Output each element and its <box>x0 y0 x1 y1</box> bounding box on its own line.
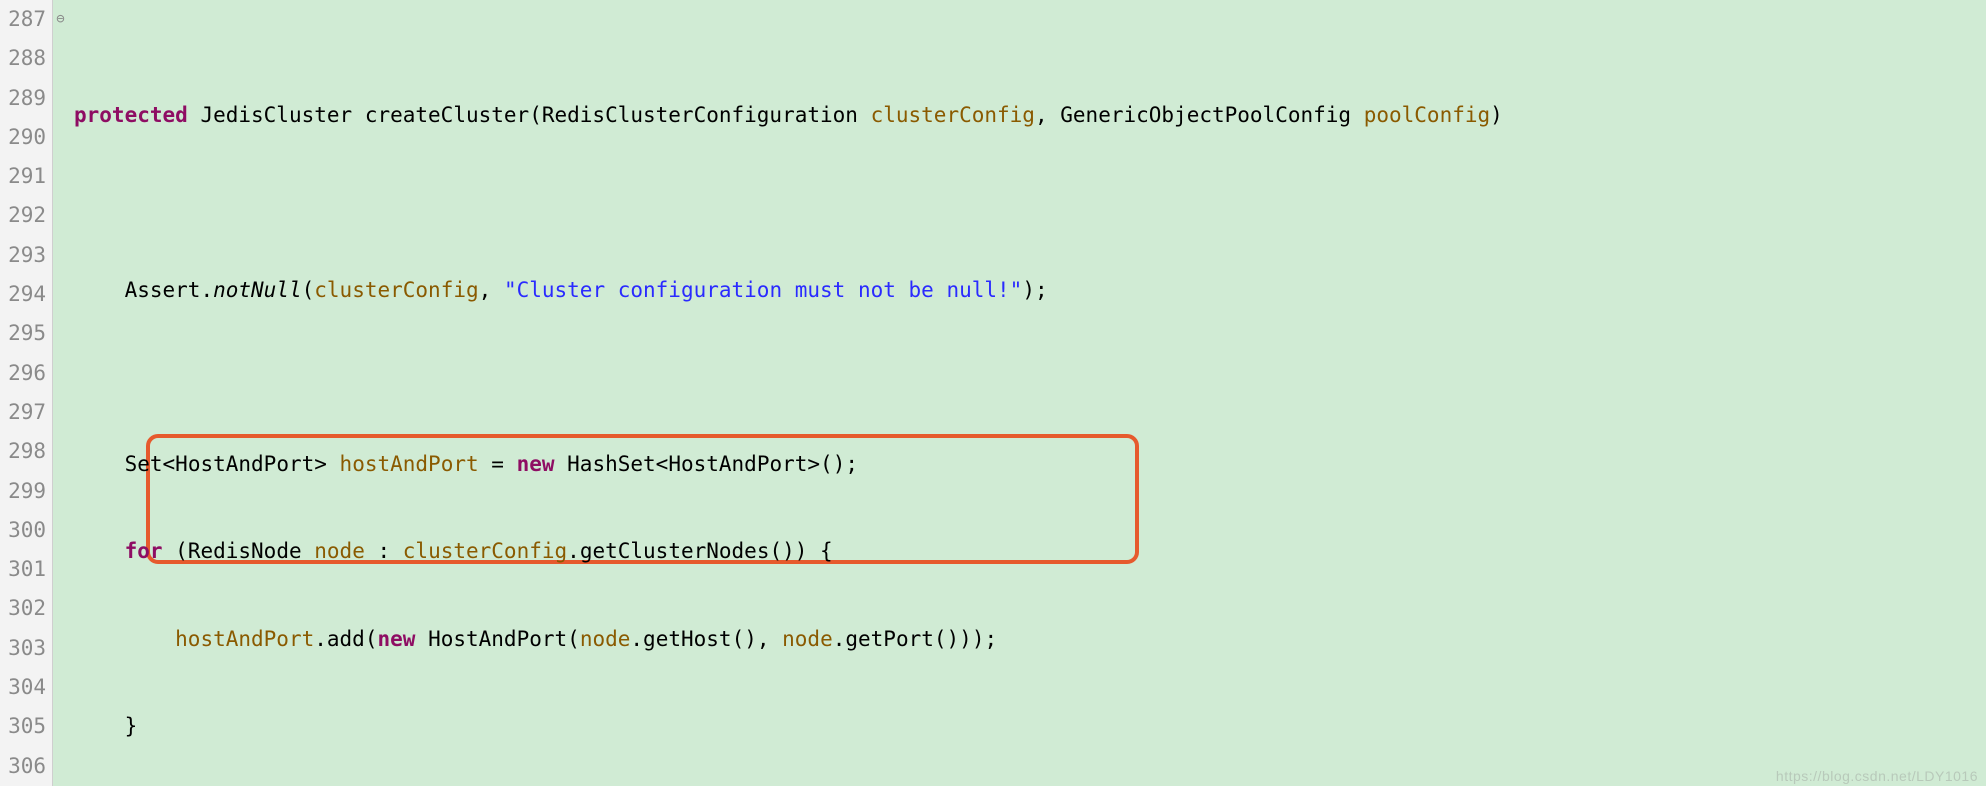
line-number: 300 <box>0 511 46 550</box>
line-number: 288 <box>0 39 46 78</box>
code-editor[interactable]: protected JedisCluster createCluster(Red… <box>68 0 1986 786</box>
line-number: 287 <box>0 0 46 39</box>
line-number: 293 <box>0 236 46 275</box>
line-number: 304 <box>0 668 46 707</box>
line-number: 305 <box>0 707 46 746</box>
code-line: Assert.notNull(clusterConfig, "Cluster c… <box>68 271 1986 310</box>
line-number: 291 <box>0 157 46 196</box>
code-line <box>68 183 1986 222</box>
line-number-gutter: 287 288 289 290 291 292 293 294 295 296 … <box>0 0 52 786</box>
line-number: 294 <box>0 275 46 314</box>
fold-toggle-icon[interactable]: ⊖ <box>53 0 68 39</box>
code-line <box>68 358 1986 397</box>
code-line: for (RedisNode node : clusterConfig.getC… <box>68 532 1986 571</box>
line-number: 306 <box>0 747 46 786</box>
code-line: } <box>68 707 1986 746</box>
line-number: 289 <box>0 79 46 118</box>
fold-column: ⊖ <box>52 0 68 786</box>
line-number: 297 <box>0 393 46 432</box>
line-number: 299 <box>0 472 46 511</box>
code-line: hostAndPort.add(new HostAndPort(node.get… <box>68 620 1986 659</box>
line-number: 292 <box>0 196 46 235</box>
line-number: 302 <box>0 589 46 628</box>
line-number: 303 <box>0 629 46 668</box>
line-number: 301 <box>0 550 46 589</box>
line-number: 298 <box>0 432 46 471</box>
code-line: protected JedisCluster createCluster(Red… <box>68 96 1986 135</box>
line-number: 296 <box>0 354 46 393</box>
line-number: 295 <box>0 314 46 353</box>
line-number: 290 <box>0 118 46 157</box>
code-line: Set<HostAndPort> hostAndPort = new HashS… <box>68 445 1986 484</box>
watermark-text: https://blog.csdn.net/LDY1016 <box>1776 768 1978 784</box>
